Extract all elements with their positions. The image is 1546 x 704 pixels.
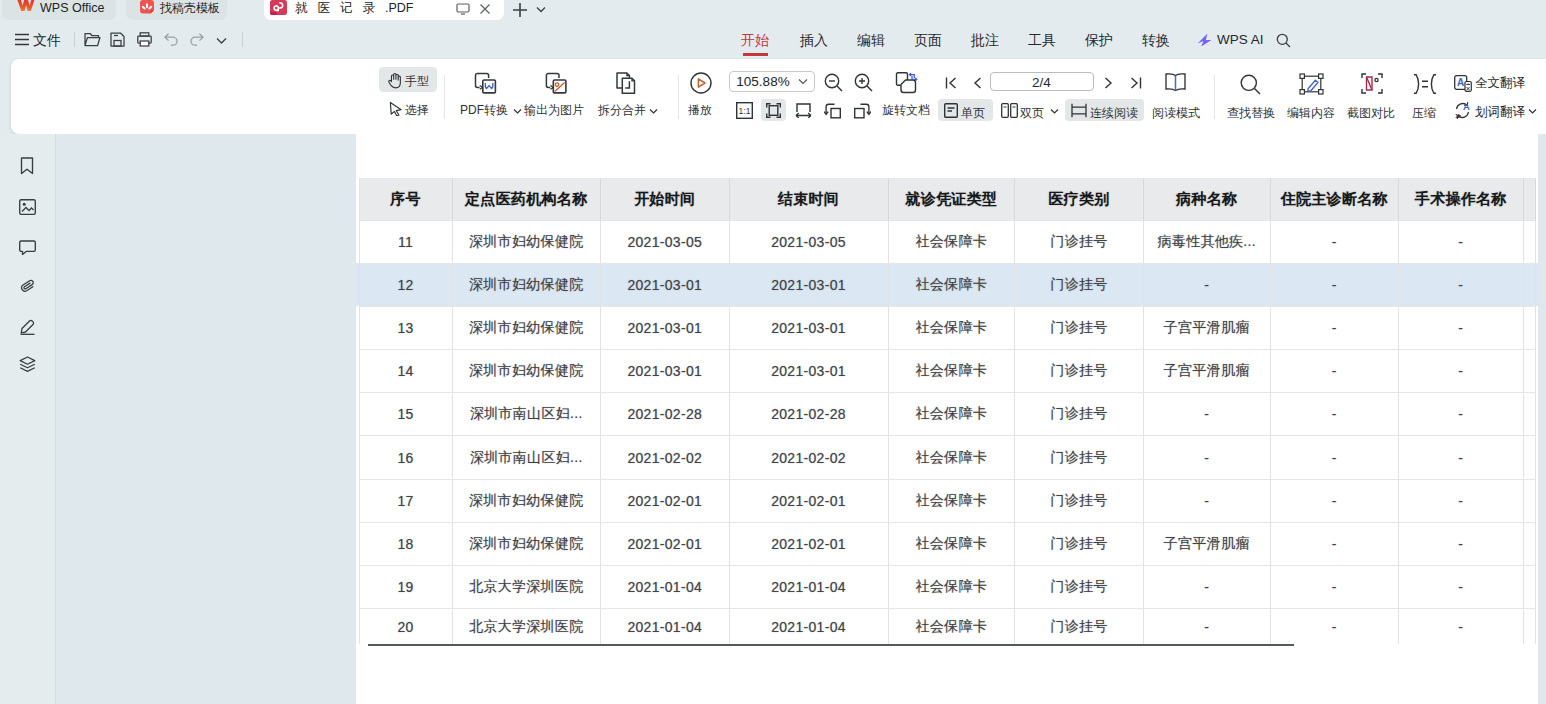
svg-text:1:1: 1:1	[738, 106, 750, 116]
svg-text:A: A	[1463, 101, 1470, 112]
svg-text:x: x	[1455, 111, 1460, 120]
svg-text:A: A	[1457, 77, 1464, 88]
